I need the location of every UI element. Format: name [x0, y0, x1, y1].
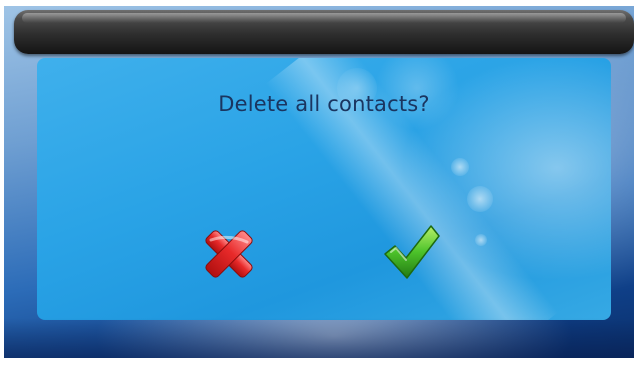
background-bubble	[475, 234, 487, 246]
red-x-icon	[205, 230, 253, 278]
dialog-question: Delete all contacts?	[218, 92, 430, 116]
cancel-button[interactable]	[197, 220, 261, 284]
background-bubble	[451, 158, 469, 176]
background-bubble	[467, 186, 493, 212]
confirm-button[interactable]	[379, 220, 443, 284]
confirm-dialog: Delete all contacts?	[37, 58, 611, 320]
title-bar	[14, 10, 634, 54]
screen: Delete all contacts?	[4, 6, 634, 358]
bottom-glow	[4, 318, 634, 358]
green-check-icon	[384, 225, 440, 279]
